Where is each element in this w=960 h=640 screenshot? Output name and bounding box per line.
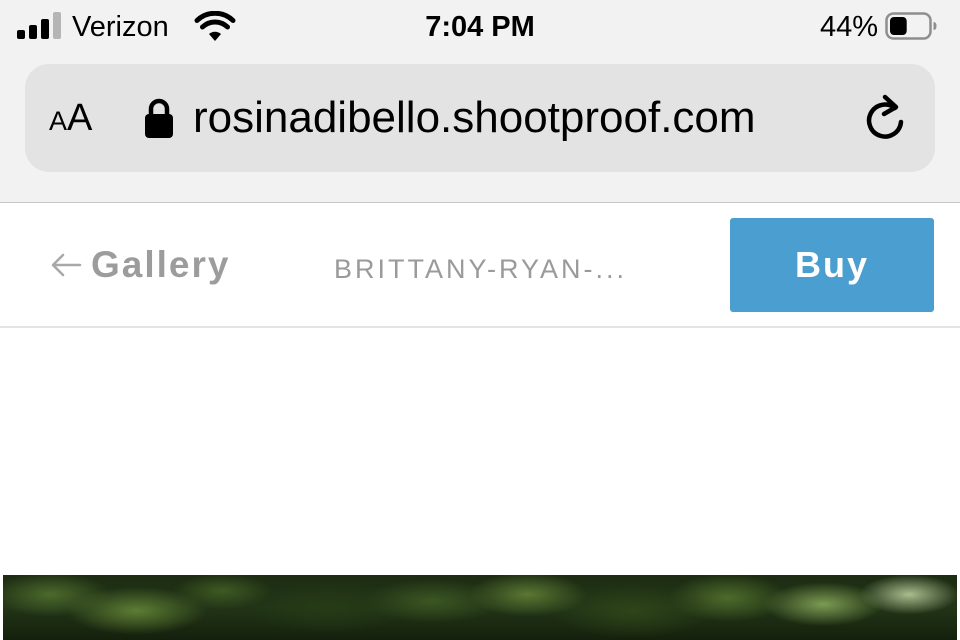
signal-bar (41, 19, 49, 39)
gallery-photo[interactable] (3, 575, 957, 640)
status-bar: Verizon 7:04 PM 44% (0, 0, 960, 56)
battery-percent: 44% (819, 11, 878, 43)
buy-button[interactable]: Buy (730, 218, 934, 312)
back-to-gallery-link[interactable]: Gallery (50, 241, 230, 289)
status-time: 7:04 PM (425, 11, 535, 43)
signal-icon (17, 12, 61, 39)
address-bar[interactable]: AA rosinadibello.shootproof.com (25, 64, 935, 172)
wifi-icon (194, 11, 236, 41)
signal-bar (29, 25, 37, 39)
signal-bar (53, 12, 61, 39)
lock-icon (145, 98, 173, 138)
reload-icon[interactable] (861, 94, 909, 144)
back-arrow-icon (51, 253, 82, 277)
album-title: BRITTANY-RYAN-... (334, 254, 628, 284)
url-field[interactable]: rosinadibello.shootproof.com (193, 88, 827, 148)
browser-page: Verizon 7:04 PM 44% AA rosinadibello.sho… (0, 0, 960, 640)
battery-icon (885, 12, 937, 40)
carrier-name: Verizon (72, 11, 169, 43)
gallery-header: Gallery BRITTANY-RYAN-... Buy (0, 203, 960, 326)
text-size-small-label: A (49, 106, 68, 136)
browser-chrome: Verizon 7:04 PM 44% AA rosinadibello.sho… (0, 0, 960, 203)
back-link-label: Gallery (91, 244, 231, 285)
text-size-button[interactable]: AA (49, 94, 109, 142)
header-divider (0, 326, 960, 328)
battery-level (890, 17, 907, 35)
signal-bar (17, 30, 25, 39)
text-size-big-label: A (67, 97, 93, 139)
